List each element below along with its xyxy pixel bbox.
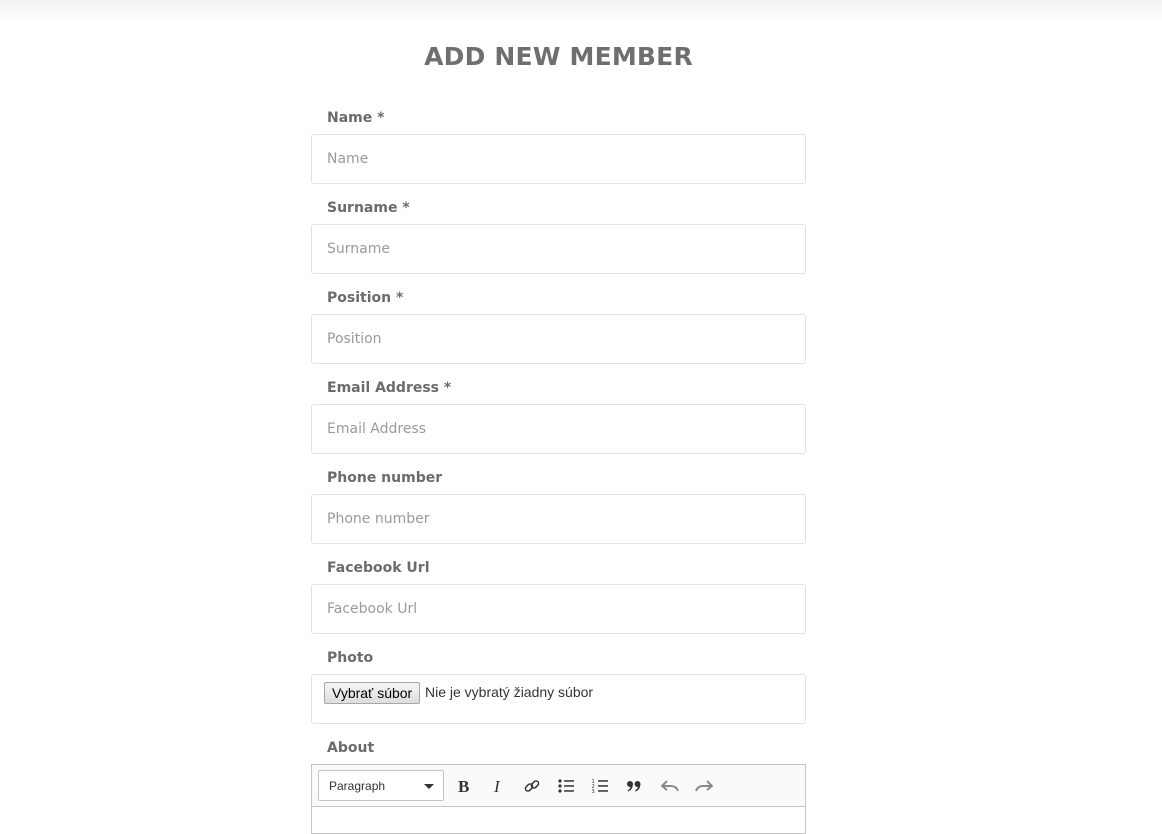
surname-field-wrapper xyxy=(311,224,806,274)
facebook-label: Facebook Url xyxy=(327,560,430,576)
link-button[interactable] xyxy=(519,773,545,799)
email-label: Email Address * xyxy=(327,380,452,396)
position-label: Position * xyxy=(327,290,404,306)
surname-label: Surname * xyxy=(327,200,410,216)
heading-select[interactable]: Paragraph xyxy=(318,770,444,801)
numbered-list-button[interactable]: 1 2 3 xyxy=(587,773,613,799)
link-icon xyxy=(524,780,540,792)
phone-input[interactable] xyxy=(312,495,805,543)
facebook-url-input[interactable] xyxy=(312,585,805,633)
position-input[interactable] xyxy=(312,315,805,363)
photo-label: Photo xyxy=(327,650,374,666)
bulleted-list-icon xyxy=(558,779,574,793)
file-status-text: Nie je vybratý žiadny súbor xyxy=(425,684,594,700)
redo-icon xyxy=(695,780,713,792)
page-title: ADD NEW MEMBER xyxy=(424,42,693,71)
bold-icon: B xyxy=(458,778,469,794)
email-field-wrapper xyxy=(311,404,806,454)
italic-button[interactable]: I xyxy=(485,773,511,799)
about-label: About xyxy=(327,740,375,756)
name-field-wrapper xyxy=(311,134,806,184)
email-input[interactable] xyxy=(312,405,805,453)
surname-input[interactable] xyxy=(312,225,805,273)
undo-icon xyxy=(661,780,679,792)
choose-file-button[interactable]: Vybrať súbor xyxy=(324,682,421,704)
top-bar xyxy=(0,0,1162,24)
facebook-field-wrapper xyxy=(311,584,806,634)
svg-text:3: 3 xyxy=(592,789,595,795)
numbered-list-icon: 1 2 3 xyxy=(592,779,608,795)
svg-text:I: I xyxy=(493,778,501,794)
phone-label: Phone number xyxy=(327,470,443,486)
heading-select-value: Paragraph xyxy=(329,778,386,793)
italic-icon: I xyxy=(493,778,501,794)
chevron-down-icon xyxy=(424,784,434,789)
phone-field-wrapper xyxy=(311,494,806,544)
undo-button[interactable] xyxy=(657,773,683,799)
name-input[interactable] xyxy=(312,135,805,183)
position-field-wrapper xyxy=(311,314,806,364)
bold-button[interactable]: B xyxy=(451,773,477,799)
bulleted-list-button[interactable] xyxy=(553,773,579,799)
name-label: Name * xyxy=(327,110,385,126)
svg-text:B: B xyxy=(458,778,469,794)
editor-content-area[interactable] xyxy=(312,807,805,833)
blockquote-button[interactable] xyxy=(621,773,647,799)
redo-button[interactable] xyxy=(691,773,717,799)
blockquote-icon xyxy=(627,781,641,792)
editor-toolbar: Paragraph B I 1 2 3 xyxy=(312,765,805,807)
photo-file-field: Vybrať súbor Nie je vybratý žiadny súbor xyxy=(311,674,806,724)
